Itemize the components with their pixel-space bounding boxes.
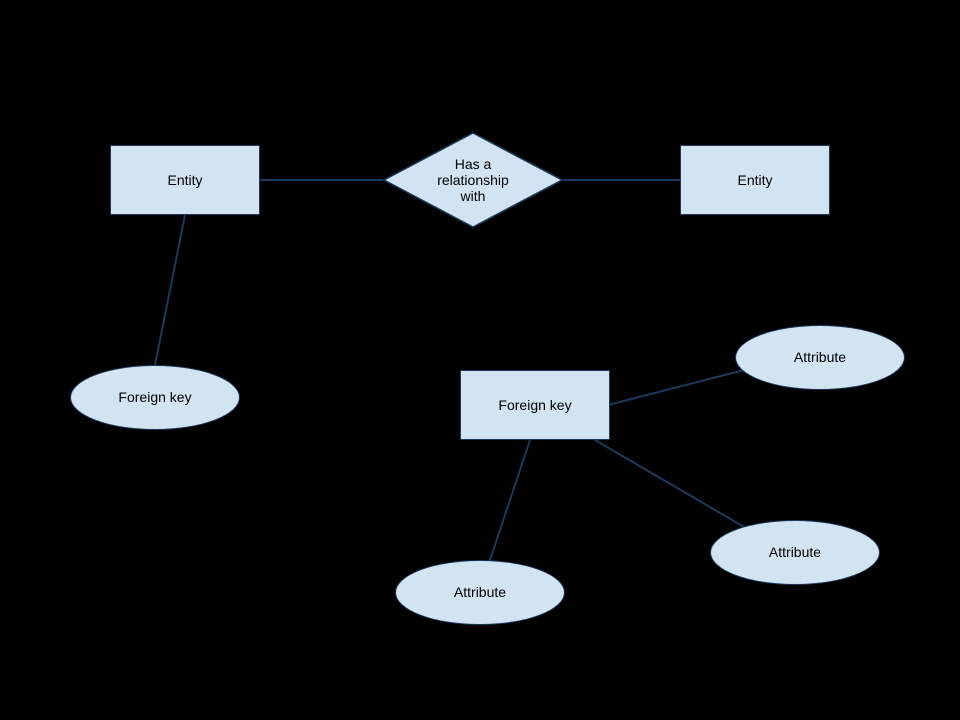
attribute-bottom-left-label: Attribute <box>454 584 506 601</box>
foreign-key-rect-label: Foreign key <box>498 397 571 414</box>
entity-right: Entity <box>680 145 830 215</box>
entity-left-label: Entity <box>167 172 202 189</box>
relationship-label: Has a relationship with <box>437 156 509 204</box>
entity-right-label: Entity <box>737 172 772 189</box>
entity-left: Entity <box>110 145 260 215</box>
attribute-bottom-right-label: Attribute <box>769 544 821 561</box>
attribute-top-right-label: Attribute <box>794 349 846 366</box>
attribute-bottom-left: Attribute <box>395 560 565 625</box>
relationship-diamond: Has a relationship with <box>383 132 563 228</box>
foreign-key-rect: Foreign key <box>460 370 610 440</box>
attribute-bottom-right: Attribute <box>710 520 880 585</box>
attribute-top-right: Attribute <box>735 325 905 390</box>
foreign-key-ellipse: Foreign key <box>70 365 240 430</box>
foreign-key-ellipse-label: Foreign key <box>118 389 191 406</box>
